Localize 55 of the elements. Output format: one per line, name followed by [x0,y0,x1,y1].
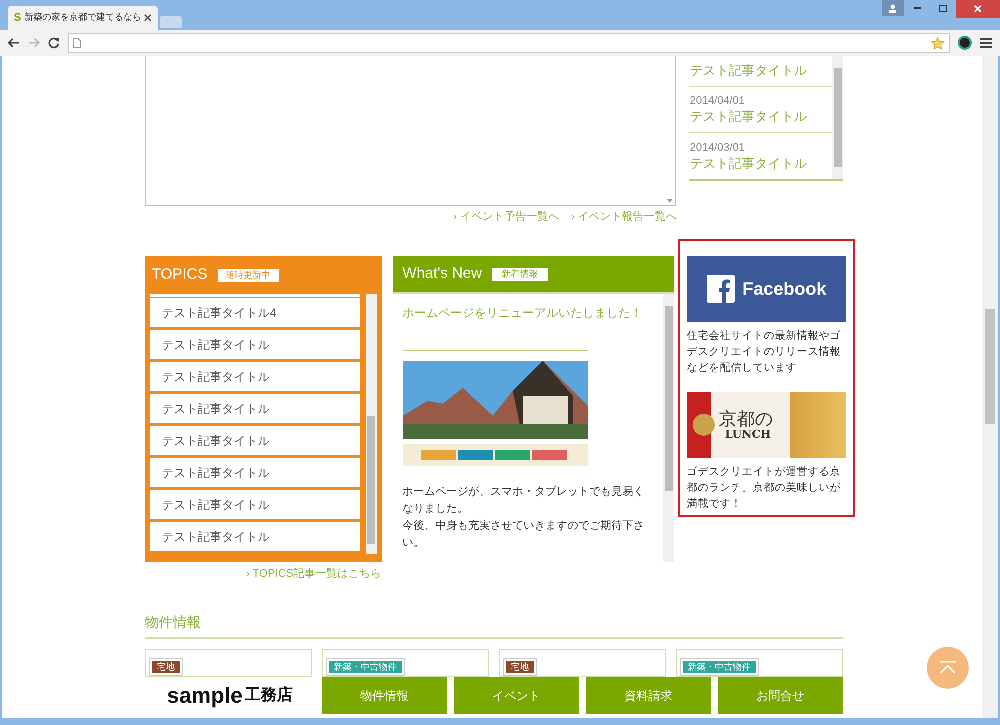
menu-icon[interactable] [980,38,992,48]
property-tag: 新築・中古物件 [681,658,758,674]
extension-icon[interactable] [958,36,972,50]
emblem-icon [693,414,716,436]
tab-title: 新築の家を京都で建てるなら [24,11,142,24]
lunch-banner[interactable]: 京都の LUNCH [687,392,846,458]
scrollbar[interactable] [663,294,674,562]
site-favicon-icon: S [14,10,22,26]
close-window-button[interactable] [956,0,1000,18]
news-body-text: ホームページが、スマホ・タブレットでも見易くなりました。 [402,484,646,517]
back-to-top-button[interactable] [927,647,969,689]
up-chevron-icon [939,661,957,675]
article-date: 2014/04/01 [690,94,746,108]
scrollbar[interactable] [982,56,998,718]
star-icon[interactable] [931,36,945,50]
section-heading: 物件情報 [145,612,843,638]
property-card[interactable]: 宅地 [499,648,666,676]
whats-new-heading: What's New [402,264,482,284]
topic-item[interactable]: テスト記事タイトル [150,394,360,423]
address-bar[interactable] [68,33,950,53]
topic-item[interactable]: テスト記事タイトル [150,330,360,359]
close-icon [974,5,982,13]
reload-icon[interactable] [48,37,60,49]
facebook-banner[interactable]: Facebook [687,256,846,322]
topic-item[interactable]: テスト記事タイトル [150,426,360,455]
property-tag: 宅地 [504,658,536,674]
topic-item[interactable]: テスト記事タイトル [150,490,360,519]
property-card[interactable]: 宅地 [145,648,312,676]
news-body-text: 今後、中身も充実させていきますのでご期待下さい。 [402,518,646,551]
site-logo[interactable]: sample工務店 [145,677,315,714]
scrollbar[interactable] [366,294,377,554]
back-arrow-icon[interactable] [8,38,20,48]
article-date: 2014/03/01 [690,141,746,155]
browser-tab[interactable]: S 新築の家を京都で建てるなら [8,6,158,30]
facebook-icon [706,275,735,303]
banner-title: 京都の [719,410,774,428]
banner-caption: ゴデスクリエイトが運営する京都のランチ。京都の美味しいが満載です！ [687,465,842,512]
person-icon [889,4,897,12]
forward-arrow-icon[interactable] [28,38,40,48]
scroll-down-icon[interactable] [667,199,673,203]
scrollbar[interactable] [832,56,843,179]
topic-item[interactable]: テスト記事タイトル4 [150,298,360,327]
close-icon[interactable] [144,14,152,22]
property-tag: 新築・中古物件 [327,658,404,674]
topic-item[interactable]: テスト記事タイトル [150,522,360,551]
topic-item[interactable]: テスト記事タイトル [150,458,360,487]
banner-caption: 住宅会社サイトの最新情報やゴデスクリエイトのリリース情報などを配信しています [687,329,842,376]
user-profile-button[interactable] [882,0,904,16]
update-badge: 随時更新中 [218,268,279,282]
news-badge: 新着情報 [492,268,548,280]
topic-item[interactable]: テスト記事タイトル [150,362,360,391]
banner-subtitle: LUNCH [725,428,772,440]
page-icon [73,38,81,48]
property-tag: 宅地 [150,658,182,674]
topics-heading: TOPICS [152,264,208,285]
